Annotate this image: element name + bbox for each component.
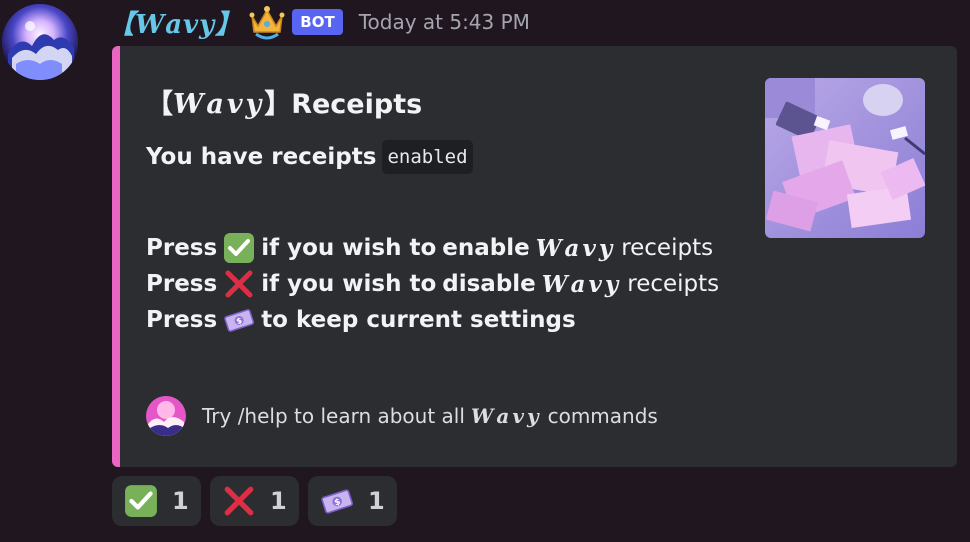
press-label: Press [146,235,218,261]
timestamp: Today at 5:43 PM [358,10,530,34]
reaction-check[interactable]: 1 [112,476,201,526]
check-mark-icon [223,232,255,264]
username[interactable]: 【𝑾𝒂𝒗𝒚】 [108,4,242,41]
message: 【𝑾𝒂𝒗𝒚】 BOT Today at 5:43 PM 【𝑾𝒂𝒗𝒚】Receip… [0,0,970,542]
bot-avatar[interactable] [2,4,78,80]
footer-text-b: commands [547,404,658,428]
embed-title: 【𝑾𝒂𝒗𝒚】Receipts [146,82,422,121]
disable-end: receipts [627,271,720,297]
cross-mark-icon [222,484,256,518]
dollar-bill-icon: $ [320,484,354,518]
title-suffix: 】Receipts [264,89,423,120]
footer-avatar-icon [146,396,186,436]
check-mark-icon [124,484,158,518]
title-prefix: 【 [146,89,173,120]
enable-action: enable [442,235,530,261]
press-label: Press [146,307,218,333]
bot-badge: BOT [292,9,343,35]
footer-text-a: Try /help to learn about all [202,404,465,428]
disable-line: Press if you wish to disable 𝑾𝒂𝒗𝒚 receip… [146,268,719,300]
receipts-status: You have receipts enabled [146,140,473,174]
keep-text: to keep current settings [261,307,576,333]
embed-thumbnail[interactable] [765,78,925,238]
status-code: enabled [382,140,473,174]
embed-footer: Try /help to learn about all 𝑾𝒂𝒗𝒚 comman… [146,396,658,436]
reaction-bar: 1 1 $ 1 [112,476,397,526]
reaction-count: 1 [172,487,189,515]
cross-mark-icon [223,268,255,300]
disable-action: disable [442,271,536,297]
reaction-dollar[interactable]: $ 1 [308,476,397,526]
reaction-cross[interactable]: 1 [210,476,299,526]
embed-card: 【𝑾𝒂𝒗𝒚】Receipts You have receipts enabled… [112,46,957,467]
reaction-count: 1 [270,487,287,515]
status-text: You have receipts [146,144,377,170]
enable-brand: 𝑾𝒂𝒗𝒚 [535,234,616,262]
enable-line: Press if you wish to enable 𝑾𝒂𝒗𝒚 receipt… [146,232,713,264]
footer-brand: 𝑾𝒂𝒗𝒚 [470,404,542,428]
disable-mid: if you wish to [261,271,437,297]
message-header: 【𝑾𝒂𝒗𝒚】 BOT Today at 5:43 PM [108,2,530,42]
enable-mid: if you wish to [261,235,437,261]
dollar-bill-icon: $ [223,304,255,336]
enable-end: receipts [621,235,714,261]
crown-icon [246,2,288,42]
disable-brand: 𝑾𝒂𝒗𝒚 [541,270,622,298]
keep-line: Press $ to keep current settings [146,304,576,336]
title-brand: 𝑾𝒂𝒗𝒚 [173,89,265,120]
press-label: Press [146,271,218,297]
reaction-count: 1 [368,487,385,515]
